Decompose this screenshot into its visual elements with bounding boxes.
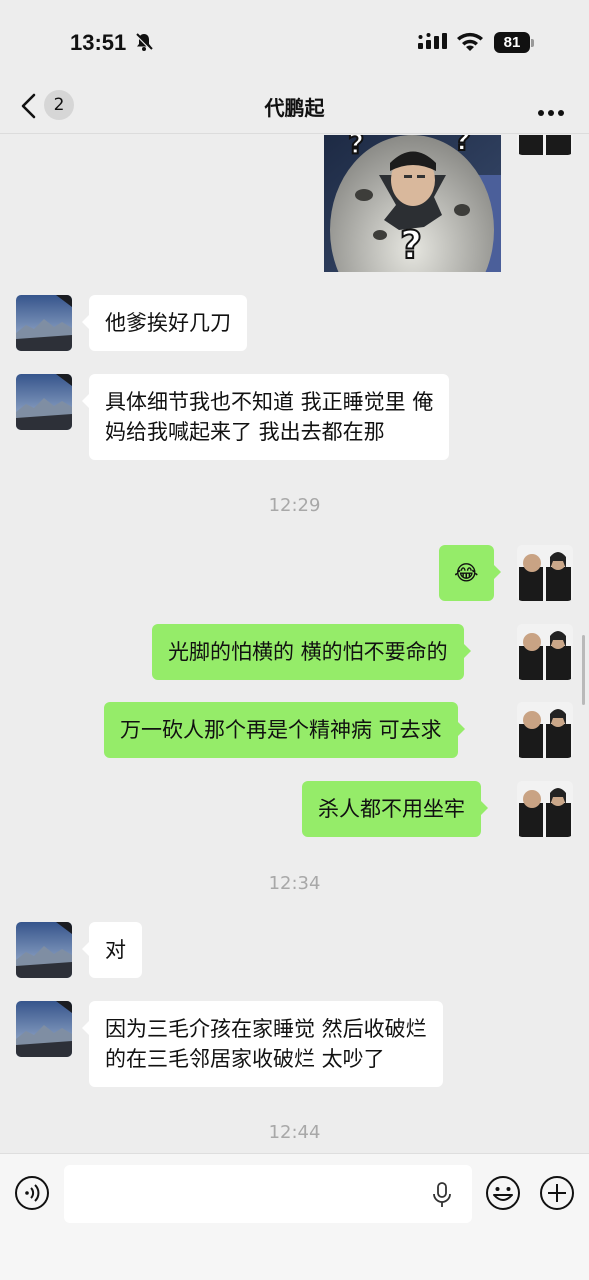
voice-input-icon[interactable] [14, 1175, 50, 1215]
emoji-icon[interactable] [485, 1175, 521, 1215]
status-bar: 13:51 81 [0, 0, 589, 80]
more-options-icon[interactable] [537, 102, 565, 121]
sticker-image[interactable]: ? ? ? [324, 135, 501, 272]
message-text: 万一砍人那个再是个精神病 可去求 [120, 718, 442, 742]
my-avatar[interactable] [517, 545, 573, 601]
cellular-signal-icon [418, 33, 448, 55]
message-timestamp: 12:44 [268, 1122, 321, 1143]
input-bar [0, 1153, 589, 1280]
microphone-icon[interactable] [432, 1182, 452, 1212]
laughing-crying-emoji: 😂 [454, 561, 479, 585]
contact-avatar[interactable] [16, 374, 72, 430]
message-timestamp: 12:34 [268, 873, 321, 894]
contact-avatar[interactable] [16, 295, 72, 351]
scrollbar-thumb[interactable] [582, 635, 585, 705]
svg-text:?: ? [400, 223, 422, 267]
bell-muted-icon [134, 32, 154, 56]
message-bubble-incoming[interactable]: 他爹挨好几刀 [82, 295, 247, 351]
message-text-line: 妈给我喊起来了 我出去都在那 [105, 420, 385, 444]
message-timestamp: 12:29 [268, 495, 321, 516]
message-text-line: 的在三毛邻居家收破烂 太吵了 [105, 1047, 385, 1071]
message-text-line: 因为三毛介孩在家睡觉 然后收破烂 [105, 1017, 427, 1041]
svg-text:?: ? [348, 135, 364, 160]
svg-text:?: ? [454, 135, 471, 158]
chat-title: 代鹏起 [264, 96, 325, 120]
message-bubble-outgoing[interactable]: 杀人都不用坐牢 [302, 781, 488, 837]
wifi-icon [456, 31, 484, 57]
chat-header: 2 代鹏起 [0, 80, 589, 134]
status-time: 13:51 [70, 30, 127, 55]
message-bubble-outgoing[interactable]: 😂 [439, 545, 501, 601]
battery-tip [531, 39, 534, 47]
message-bubble-incoming[interactable]: 对 [82, 922, 142, 978]
message-bubble-outgoing[interactable]: 万一砍人那个再是个精神病 可去求 [104, 702, 465, 758]
message-bubble-incoming[interactable]: 具体细节我也不知道 我正睡觉里 俺 妈给我喊起来了 我出去都在那 [81, 374, 450, 460]
my-avatar[interactable] [517, 135, 573, 155]
my-avatar[interactable] [517, 702, 573, 758]
message-text: 杀人都不用坐牢 [318, 797, 465, 821]
contact-avatar[interactable] [16, 922, 72, 978]
message-input[interactable] [64, 1165, 472, 1223]
message-text: 光脚的怕横的 横的怕不要命的 [168, 640, 448, 664]
my-avatar[interactable] [517, 781, 573, 837]
add-attachment-icon[interactable] [539, 1175, 575, 1215]
message-text: 对 [105, 938, 126, 962]
contact-avatar[interactable] [16, 1001, 72, 1057]
battery-indicator: 81 [494, 32, 530, 53]
message-bubble-outgoing[interactable]: 光脚的怕横的 横的怕不要命的 [152, 624, 471, 680]
message-bubble-incoming[interactable]: 因为三毛介孩在家睡觉 然后收破烂 的在三毛邻居家收破烂 太吵了 [82, 1001, 443, 1087]
message-list[interactable]: ? ? ? 他爹挨好几刀 具体细节我也不知道 我正睡觉里 俺 妈给我喊起来了 我… [0, 135, 589, 1153]
message-text-line: 具体细节我也不知道 我正睡觉里 俺 [105, 390, 434, 414]
message-text: 他爹挨好几刀 [105, 311, 231, 335]
my-avatar[interactable] [517, 624, 573, 680]
